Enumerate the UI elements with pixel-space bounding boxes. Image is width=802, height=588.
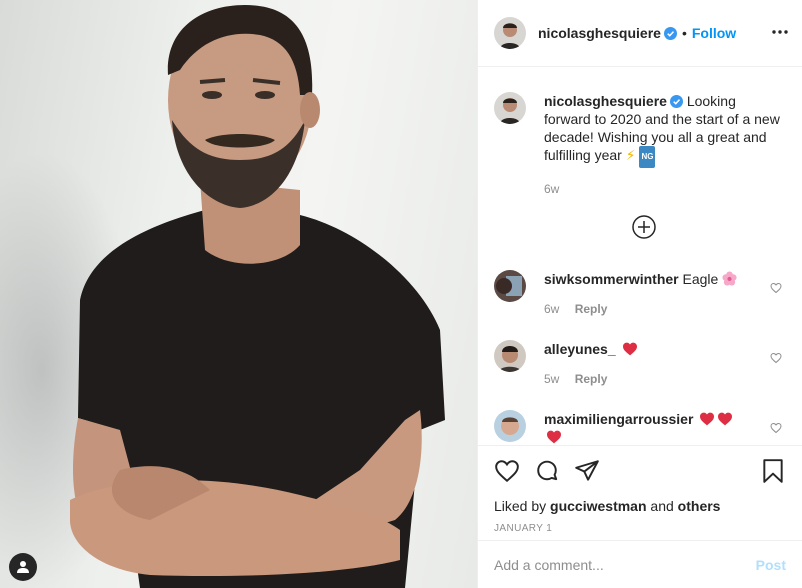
- like-comment-heart-icon[interactable]: [770, 352, 782, 364]
- comment-input[interactable]: [494, 556, 756, 573]
- post-actions: Liked by gucciwestman and others JANUARY…: [478, 445, 802, 534]
- post-header: nicolasghesquiere • Follow: [478, 0, 802, 67]
- person-icon: [17, 561, 29, 573]
- comment-time[interactable]: 5w: [544, 372, 559, 386]
- comment-item: maximiliengarroussier: [494, 410, 786, 444]
- share-icon[interactable]: [574, 458, 600, 484]
- and-label: and: [650, 498, 674, 514]
- portrait-illustration: [70, 5, 445, 588]
- liker-username[interactable]: gucciwestman: [550, 498, 646, 514]
- post-date[interactable]: JANUARY 1: [494, 523, 786, 534]
- ng-badge: NG: [639, 146, 656, 168]
- post-photo[interactable]: [0, 0, 477, 588]
- like-comment-heart-icon[interactable]: [770, 282, 782, 294]
- red-heart-emoji: [547, 430, 561, 444]
- author-avatar[interactable]: [494, 17, 526, 49]
- plus-circle-icon: [632, 215, 656, 239]
- verified-badge-icon: [663, 26, 677, 40]
- reply-button[interactable]: Reply: [575, 372, 608, 386]
- comment-username[interactable]: siwksommerwinther: [544, 271, 679, 287]
- ellipsis-icon: [772, 30, 788, 34]
- red-heart-emoji: [700, 412, 715, 426]
- comment-time[interactable]: 6w: [544, 302, 559, 316]
- instagram-post-modal: nicolasghesquiere • Follow nicolasghesqu…: [0, 0, 802, 588]
- comment-username[interactable]: maximiliengarroussier: [544, 411, 693, 427]
- user-tag-button[interactable]: [9, 553, 37, 581]
- post-caption: nicolasghesquiere Looking forward to 202…: [478, 68, 802, 198]
- commenter-avatar[interactable]: [494, 340, 526, 372]
- separator-dot: •: [681, 25, 687, 41]
- cherry-blossom-emoji: [722, 271, 737, 286]
- lightning-emoji: ⚡: [625, 147, 636, 163]
- comments-list[interactable]: nicolasghesquiere Looking forward to 202…: [478, 68, 802, 444]
- likes-summary: Liked by gucciwestman and others: [494, 498, 786, 514]
- author-username[interactable]: nicolasghesquiere: [538, 25, 661, 41]
- comment-text: Eagle: [682, 271, 719, 287]
- comment-username[interactable]: alleyunes_: [544, 341, 616, 357]
- red-heart-emoji: [718, 412, 733, 426]
- more-options-button[interactable]: [770, 22, 790, 42]
- follow-button[interactable]: Follow: [692, 25, 736, 41]
- bookmark-icon[interactable]: [760, 458, 786, 484]
- post-comment-button[interactable]: Post: [756, 557, 786, 573]
- others-link[interactable]: others: [678, 498, 721, 514]
- caption-avatar[interactable]: [494, 92, 526, 124]
- verified-badge-icon: [669, 95, 683, 108]
- red-heart-emoji: [622, 342, 637, 356]
- post-sidebar: nicolasghesquiere • Follow nicolasghesqu…: [477, 0, 802, 588]
- add-comment-bar: Post: [478, 540, 802, 588]
- caption-username[interactable]: nicolasghesquiere: [544, 93, 667, 109]
- liked-by-label: Liked by: [494, 498, 547, 514]
- load-more-comments-button[interactable]: [632, 215, 656, 239]
- comment-item: alleyunes_ 5w Reply: [494, 340, 786, 388]
- heart-icon[interactable]: [494, 458, 520, 484]
- reply-button[interactable]: Reply: [575, 302, 608, 316]
- commenter-avatar[interactable]: [494, 270, 526, 302]
- comment-item: siwksommerwinther Eagle 6w Reply: [494, 270, 786, 318]
- caption-time[interactable]: 6w: [544, 180, 786, 198]
- like-comment-heart-icon[interactable]: [770, 422, 782, 434]
- commenter-avatar[interactable]: [494, 410, 526, 442]
- comment-icon[interactable]: [534, 458, 560, 484]
